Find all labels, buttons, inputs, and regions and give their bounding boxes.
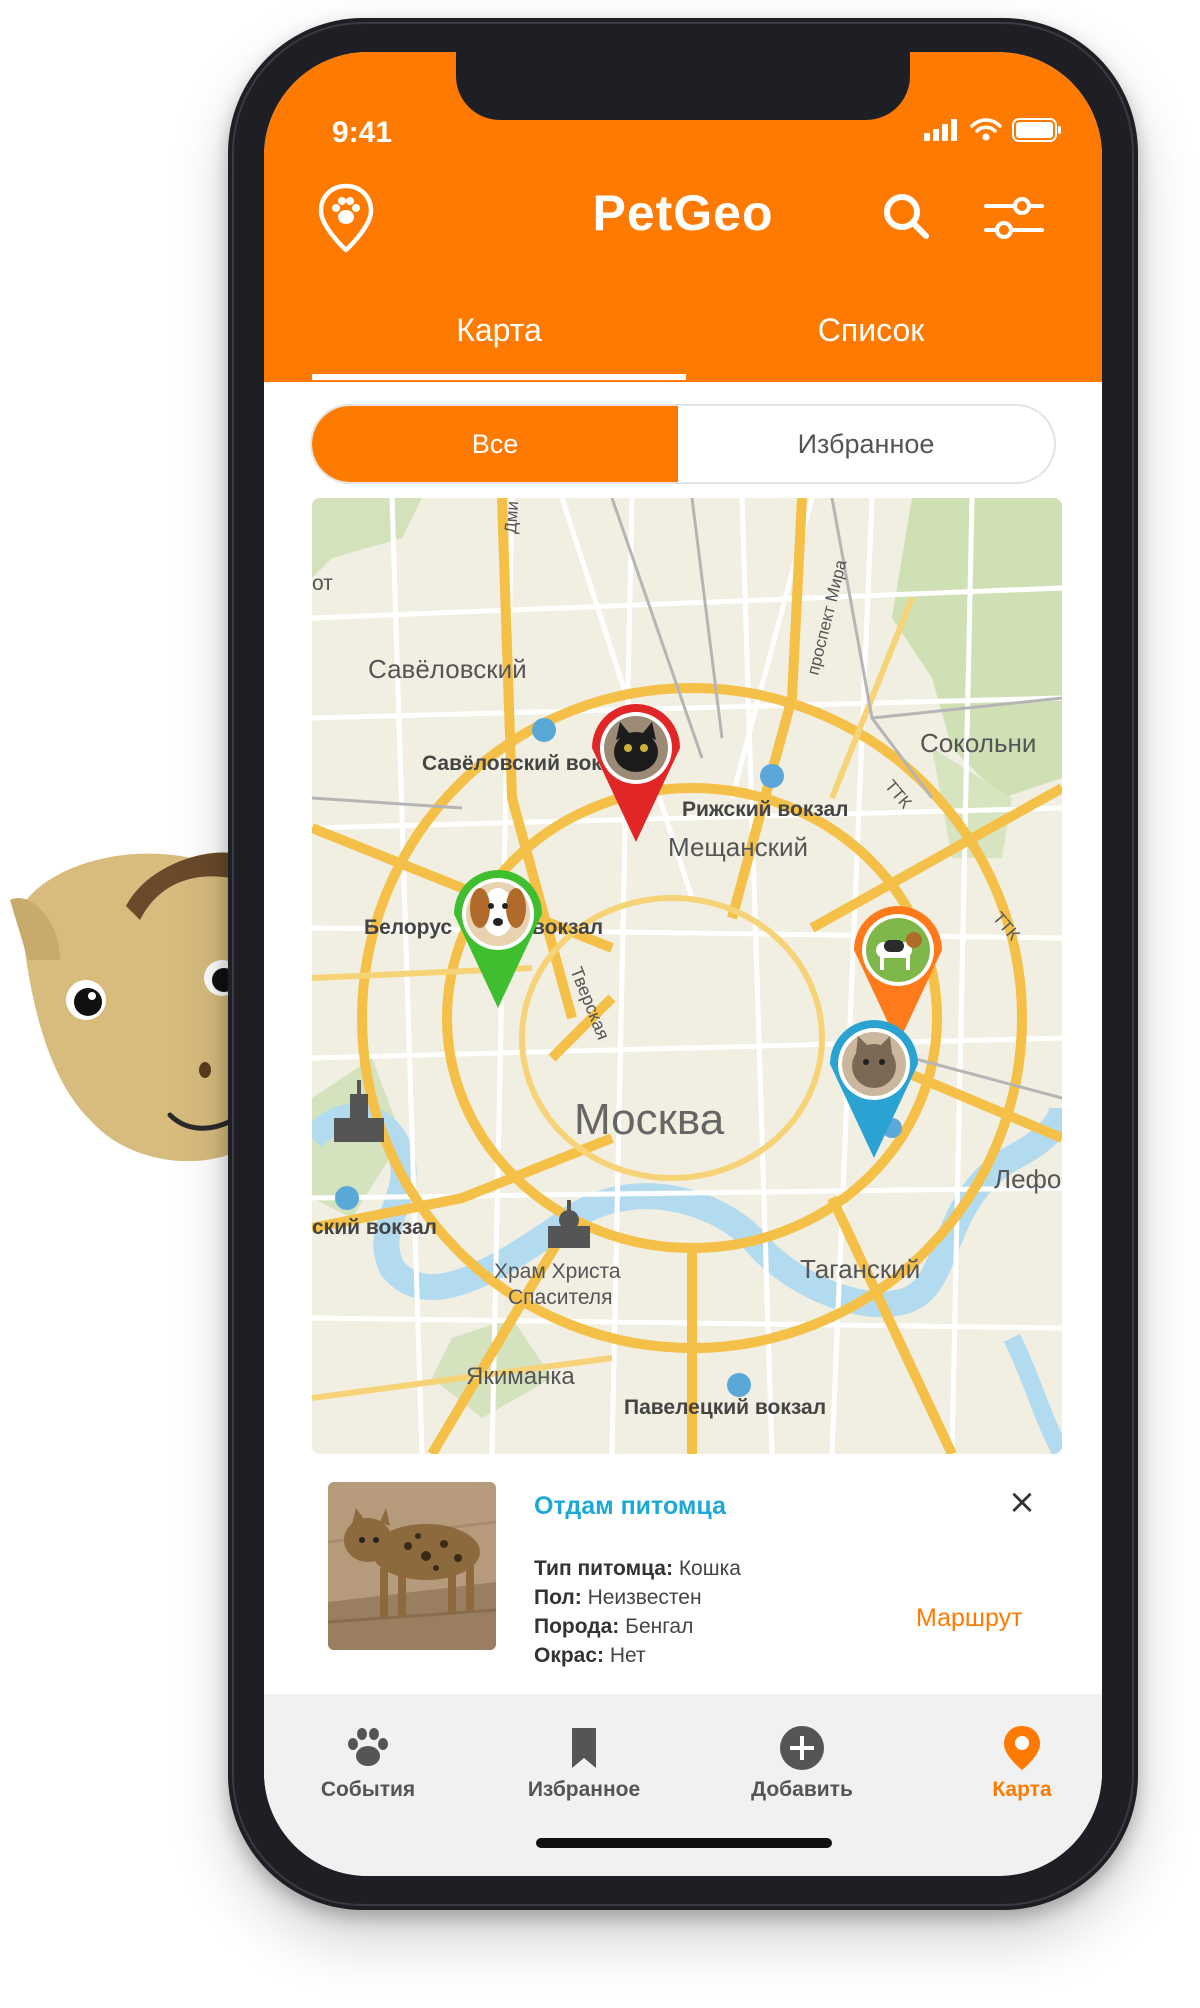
bookmark-icon	[572, 1728, 596, 1768]
map-label-city: Москва	[574, 1095, 725, 1144]
segment-all[interactable]: Все	[312, 406, 678, 482]
close-icon[interactable]: ×	[1002, 1482, 1042, 1522]
map-pin-icon	[1004, 1726, 1040, 1770]
nav-map[interactable]: Карта	[922, 1724, 1102, 1802]
search-icon[interactable]	[878, 188, 934, 244]
nav-map-label: Карта	[992, 1778, 1052, 1801]
map-label: Храм Христа	[494, 1260, 621, 1283]
signal-icon	[924, 119, 957, 141]
mascot-illustration	[10, 852, 240, 1162]
nav-events[interactable]: События	[268, 1724, 468, 1802]
active-tab-indicator	[312, 374, 686, 380]
nav-events-label: События	[320, 1778, 416, 1801]
bottom-nav: События Избранное Добавить Карта	[264, 1694, 1102, 1876]
map-label: Лефо	[994, 1164, 1061, 1194]
map-label: Сокольни	[920, 728, 1036, 758]
field-gender: Пол: Неизвестен	[534, 1586, 702, 1609]
view-tabs: Карта Список	[264, 302, 1102, 382]
battery-icon	[1012, 118, 1061, 142]
notch	[456, 52, 910, 120]
nav-add[interactable]: Добавить	[702, 1724, 902, 1802]
filter-sliders-icon[interactable]	[984, 192, 1044, 244]
map-label: Савёловский	[368, 654, 527, 684]
map-label: от	[312, 572, 333, 595]
nav-favorites[interactable]: Избранное	[484, 1724, 684, 1802]
phone-frame: 9:41 PetGeo Карта Список Все Избранное С…	[228, 18, 1138, 1910]
tab-list[interactable]: Список	[686, 312, 1056, 349]
nav-favorites-label: Избранное	[527, 1778, 641, 1801]
field-color: Окрас: Нет	[534, 1644, 646, 1667]
app-screen: 9:41 PetGeo Карта Список Все Избранное С…	[264, 52, 1102, 1876]
card-title: Отдам питомца	[534, 1492, 726, 1520]
map-view[interactable]: Савёловский Савёловский вокзал Рижский в…	[312, 498, 1062, 1454]
map-label: Павелецкий вокзал	[624, 1396, 826, 1419]
map-label: Якиманка	[466, 1363, 575, 1390]
moscow-map[interactable]: Савёловский Савёловский вокзал Рижский в…	[312, 498, 1062, 1454]
map-label: вокзал	[532, 916, 603, 939]
nav-add-label: Добавить	[751, 1778, 853, 1801]
field-pet-type: Тип питомца: Кошка	[534, 1557, 741, 1580]
paw-icon	[348, 1728, 388, 1766]
map-label: Рижский вокзал	[682, 798, 849, 821]
segment-favorites[interactable]: Избранное	[678, 406, 1054, 482]
map-label: ский вокзал	[312, 1216, 437, 1239]
filter-segment: Все Избранное	[312, 406, 1054, 482]
map-label: Таганский	[800, 1254, 920, 1284]
wifi-icon	[970, 118, 1002, 141]
status-time: 9:41	[332, 116, 393, 149]
app-title: PetGeo	[592, 185, 774, 241]
map-label: Белорус	[364, 916, 452, 939]
pet-info-card[interactable]: Отдам питомца × Тип питомца: Кошка Пол: …	[264, 1454, 1102, 1694]
field-breed: Порода: Бенгал	[534, 1615, 694, 1638]
plus-circle-icon	[780, 1726, 824, 1770]
pet-photo	[328, 1482, 496, 1650]
status-icons	[924, 118, 1062, 142]
tab-map[interactable]: Карта	[312, 312, 686, 349]
route-link[interactable]: Маршрут	[916, 1604, 1023, 1633]
card-fields: Тип питомца: Кошка Пол: Неизвестен Пород…	[534, 1554, 741, 1670]
map-label: Спасителя	[508, 1286, 612, 1309]
home-indicator	[536, 1838, 832, 1848]
map-label: Дми	[501, 500, 522, 534]
map-label: Мещанский	[668, 832, 808, 862]
